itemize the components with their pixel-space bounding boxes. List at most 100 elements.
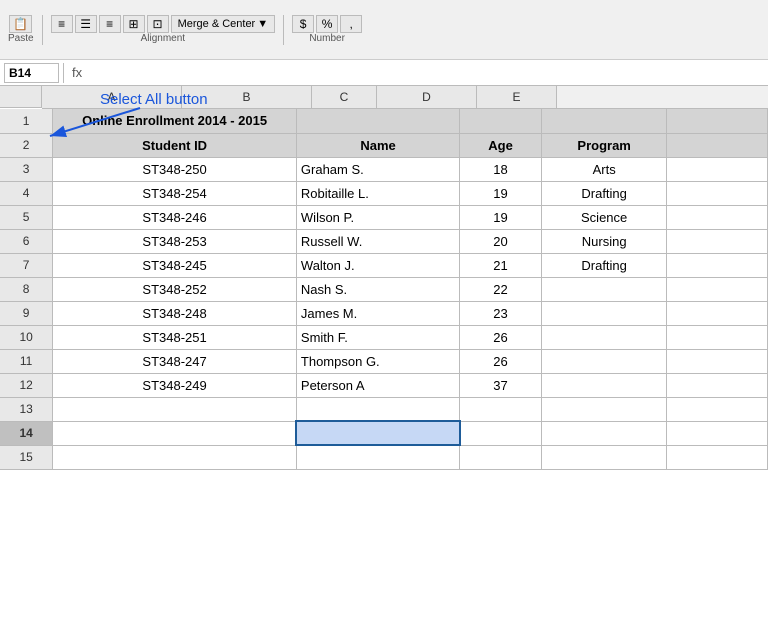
grid-cell[interactable]	[541, 445, 667, 469]
grid-cell[interactable]	[667, 421, 768, 445]
grid-cell[interactable]: Graham S.	[296, 157, 459, 181]
number-group: $ % , Number	[292, 15, 362, 44]
grid-cell[interactable]	[460, 397, 542, 421]
grid-cell[interactable]	[541, 373, 667, 397]
grid-cell[interactable]	[541, 421, 667, 445]
grid-cell[interactable]: ST348-253	[53, 229, 297, 253]
col-header-b[interactable]: B	[182, 86, 312, 108]
grid-cell[interactable]: ST348-245	[53, 253, 297, 277]
grid-cell[interactable]	[541, 301, 667, 325]
grid-cell[interactable]: ST348-251	[53, 325, 297, 349]
indent-icon[interactable]: ⊞	[123, 15, 145, 33]
grid-cell[interactable]	[667, 325, 768, 349]
grid-cell[interactable]: Wilson P.	[296, 205, 459, 229]
grid-cell[interactable]	[541, 277, 667, 301]
col-header-e[interactable]: E	[477, 86, 557, 108]
merge-center-button[interactable]: Merge & Center ▼	[171, 15, 276, 33]
grid-cell[interactable]	[53, 421, 297, 445]
formula-bar: fx	[0, 60, 768, 86]
grid-cell[interactable]: Robitaille L.	[296, 181, 459, 205]
grid-cell[interactable]: ST348-246	[53, 205, 297, 229]
table-row: 11 ST348-247 Thompson G. 26	[0, 349, 768, 373]
align-left-icon[interactable]: ≡	[51, 15, 73, 33]
header-cell[interactable]: Age	[460, 133, 542, 157]
number-label: Number	[309, 33, 345, 44]
col-header-c[interactable]: C	[312, 86, 377, 108]
grid-cell[interactable]: Science	[541, 205, 667, 229]
grid-cell[interactable]: James M.	[296, 301, 459, 325]
grid-cell[interactable]: 18	[460, 157, 542, 181]
grid-cell[interactable]: Drafting	[541, 253, 667, 277]
grid-cell[interactable]	[667, 157, 768, 181]
align-center-icon[interactable]: ☰	[75, 15, 97, 33]
grid-cell[interactable]: Walton J.	[296, 253, 459, 277]
grid-cell[interactable]	[53, 445, 297, 469]
grid-cell[interactable]: ST348-249	[53, 373, 297, 397]
grid-cell[interactable]: 22	[460, 277, 542, 301]
grid-cell[interactable]: 20	[460, 229, 542, 253]
grid-cell[interactable]	[667, 301, 768, 325]
grid-cell[interactable]	[667, 253, 768, 277]
grid-cell[interactable]: Drafting	[541, 181, 667, 205]
grid-cell[interactable]	[541, 325, 667, 349]
header-cell[interactable]: Program	[541, 133, 667, 157]
grid-cell[interactable]: Peterson A	[296, 373, 459, 397]
grid-cell[interactable]	[667, 181, 768, 205]
grid-cell[interactable]: 21	[460, 253, 542, 277]
comma-button[interactable]: ,	[340, 15, 362, 33]
selected-cell[interactable]	[296, 421, 459, 445]
grid-cell[interactable]: ST348-247	[53, 349, 297, 373]
grid-cell[interactable]	[460, 109, 542, 133]
grid-cell[interactable]	[667, 373, 768, 397]
grid-cell[interactable]	[296, 397, 459, 421]
grid-cell[interactable]: 37	[460, 373, 542, 397]
grid-cell[interactable]	[296, 445, 459, 469]
col-header-a[interactable]: A	[42, 86, 182, 108]
grid-cell[interactable]	[296, 109, 459, 133]
grid-cell[interactable]: 26	[460, 325, 542, 349]
row-number: 1	[0, 109, 53, 133]
cell-reference-input[interactable]	[4, 63, 59, 83]
grid-cell[interactable]: ST348-250	[53, 157, 297, 181]
grid-cell[interactable]: ST348-252	[53, 277, 297, 301]
grid-cell[interactable]: Nash S.	[296, 277, 459, 301]
grid-cell[interactable]	[460, 421, 542, 445]
grid-cell[interactable]	[541, 109, 667, 133]
formula-bar-divider	[63, 63, 64, 83]
grid-cell[interactable]	[460, 445, 542, 469]
grid-cell[interactable]	[541, 349, 667, 373]
grid-cell[interactable]	[667, 445, 768, 469]
grid-cell[interactable]	[667, 133, 768, 157]
grid-cell[interactable]	[53, 397, 297, 421]
grid-cell[interactable]: 26	[460, 349, 542, 373]
grid-cell[interactable]	[667, 277, 768, 301]
grid-cell[interactable]: Arts	[541, 157, 667, 181]
wrap-icon[interactable]: ⊡	[147, 15, 169, 33]
paste-button[interactable]: 📋	[9, 15, 32, 33]
formula-input[interactable]	[90, 63, 764, 83]
grid-cell[interactable]: Nursing	[541, 229, 667, 253]
grid-cell[interactable]: Russell W.	[296, 229, 459, 253]
merge-center-dropdown-icon[interactable]: ▼	[257, 18, 268, 30]
grid-cell[interactable]: ST348-248	[53, 301, 297, 325]
grid-cell[interactable]	[541, 397, 667, 421]
grid-cell[interactable]	[667, 349, 768, 373]
grid-cell[interactable]: 19	[460, 205, 542, 229]
grid-cell[interactable]	[667, 109, 768, 133]
grid-cell[interactable]: Thompson G.	[296, 349, 459, 373]
header-cell[interactable]: Name	[296, 133, 459, 157]
grid-cell[interactable]: 19	[460, 181, 542, 205]
grid-cell[interactable]	[667, 397, 768, 421]
grid-cell[interactable]: Smith F.	[296, 325, 459, 349]
col-header-d[interactable]: D	[377, 86, 477, 108]
select-all-button[interactable]	[0, 86, 42, 108]
title-cell[interactable]: Online Enrollment 2014 - 2015	[53, 109, 297, 133]
grid-cell[interactable]: ST348-254	[53, 181, 297, 205]
percent-button[interactable]: %	[316, 15, 338, 33]
align-right-icon[interactable]: ≡	[99, 15, 121, 33]
grid-cell[interactable]	[667, 205, 768, 229]
dollar-button[interactable]: $	[292, 15, 314, 33]
header-cell[interactable]: Student ID	[53, 133, 297, 157]
grid-cell[interactable]	[667, 229, 768, 253]
grid-cell[interactable]: 23	[460, 301, 542, 325]
